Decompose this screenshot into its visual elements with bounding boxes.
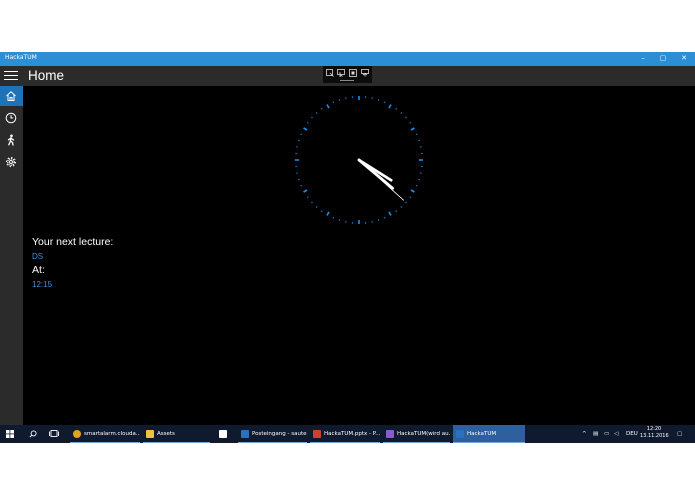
next-lecture-label: Your next lecture: [32, 236, 114, 248]
chevron-up-icon[interactable]: ^ [582, 425, 587, 443]
clock-minute-tick [405, 116, 407, 119]
clock-hour-tick [303, 127, 308, 131]
gear-icon [5, 156, 17, 168]
clock-minute-tick [395, 107, 398, 110]
clock-minute-tick [409, 196, 412, 199]
at-label: At: [32, 264, 45, 276]
inspect-icon[interactable] [361, 69, 369, 77]
sidebar-item-clock[interactable] [0, 108, 23, 128]
system-time: 12:20 [646, 426, 662, 432]
taskbar-item-label: HackaTUM(wird au... [397, 431, 450, 437]
taskbar-item-label: HackaTUM.pptx - P... [324, 431, 380, 437]
taskbar-item-label: Assets [157, 431, 175, 437]
hamburger-menu-icon[interactable] [4, 71, 18, 81]
layout-icon[interactable] [349, 69, 357, 77]
clock-hour-tick [303, 189, 308, 193]
sidebar [0, 86, 23, 425]
select-icon[interactable] [326, 69, 334, 77]
clock-minute-tick [306, 196, 309, 199]
maximize-button[interactable]: ▢ [656, 54, 670, 63]
toolbar-active-indicator [340, 80, 354, 81]
taskbar-item-store[interactable] [214, 425, 234, 443]
taskbar-item-label: Posteingang - saute... [252, 431, 307, 437]
system-clock[interactable]: 12:20 13.11.2016 [640, 426, 669, 440]
close-button[interactable]: ✕ [677, 54, 691, 63]
system-date: 13.11.2016 [640, 433, 669, 439]
battery-icon[interactable]: ▭ [604, 425, 609, 443]
clock-minute-tick [320, 210, 323, 213]
clock-minute-tick [300, 184, 303, 187]
app-icon [456, 430, 464, 438]
taskbar-item-outlook[interactable]: Posteingang - saute... [238, 425, 307, 443]
taskbar-item-explorer[interactable]: Assets [143, 425, 210, 443]
sidebar-item-settings[interactable] [0, 152, 23, 172]
clock-minute-tick [405, 201, 407, 204]
lecture-name: DS [32, 252, 44, 261]
powerpoint-icon [313, 430, 321, 438]
debug-toolbar [323, 66, 372, 83]
clock-icon [5, 112, 17, 124]
clock-hour-tick [326, 104, 330, 109]
clock-minute-tick [315, 112, 318, 114]
language-indicator[interactable]: DEU [626, 425, 638, 443]
clock-minute-tick [395, 210, 398, 213]
clock-minute-tick [332, 216, 335, 219]
pointer-icon[interactable] [337, 69, 345, 78]
clock-hour-tick [410, 127, 415, 131]
store-icon [219, 430, 227, 438]
taskbar-item-visual-studio[interactable]: HackaTUM(wird au... [383, 425, 450, 443]
window-titlebar: HackaTUM – ▢ ✕ [0, 52, 695, 66]
task-view-icon[interactable] [49, 425, 59, 443]
volume-icon[interactable]: ◁ [614, 425, 618, 443]
sidebar-item-walk[interactable] [0, 130, 23, 150]
walking-person-icon [7, 134, 15, 146]
main-content: Your next lecture: DS At: 12:15 [23, 86, 695, 425]
folder-icon [146, 430, 154, 438]
windows-start-icon[interactable] [6, 425, 14, 443]
outlook-icon [241, 430, 249, 438]
visual-studio-icon [386, 430, 394, 438]
network-icon[interactable]: ▤ [593, 425, 598, 443]
search-icon[interactable] [29, 425, 37, 443]
clock-minute-tick [300, 133, 303, 136]
clock-minute-tick [320, 107, 323, 110]
taskbar-item-label: smartalarm.clouda... [84, 431, 140, 437]
clock-minute-tick [315, 206, 318, 208]
clock-minute-tick [311, 116, 313, 119]
clock-minute-tick [332, 101, 335, 104]
taskbar-item-hackatum[interactable]: HackaTUM [453, 425, 525, 443]
analog-clock [295, 96, 423, 224]
taskbar-item-powerpoint[interactable]: HackaTUM.pptx - P... [310, 425, 380, 443]
clock-minute-tick [311, 201, 313, 204]
taskbar-item-chrome[interactable]: smartalarm.clouda... [70, 425, 140, 443]
clock-minute-tick [400, 112, 403, 114]
app-screen: HackaTUM – ▢ ✕ Home Your next lecture: D… [0, 52, 695, 443]
chrome-icon [73, 430, 81, 438]
page-title: Home [28, 68, 65, 83]
window-title: HackaTUM [5, 54, 37, 61]
clock-minute-tick [383, 216, 386, 219]
clock-minute-tick [409, 121, 412, 124]
clock-minute-tick [400, 206, 403, 208]
clock-hour-tick [388, 104, 392, 109]
clock-minute-tick [415, 133, 418, 136]
clock-hour-hand [357, 158, 395, 190]
clock-hour-tick [326, 211, 330, 216]
sidebar-item-home[interactable] [0, 86, 23, 106]
taskbar-item-label: HackaTUM [467, 431, 497, 437]
notifications-icon[interactable]: ▢ [677, 425, 682, 443]
clock-hour-tick [388, 211, 392, 216]
clock-minute-tick [306, 121, 309, 124]
windows-taskbar: smartalarm.clouda... Assets Posteingang … [0, 425, 695, 443]
lecture-time: 12:15 [32, 280, 53, 289]
clock-minute-tick [383, 101, 386, 104]
minimize-button[interactable]: – [636, 54, 650, 63]
clock-minute-tick [415, 184, 418, 187]
clock-hour-tick [410, 189, 415, 193]
home-icon [6, 91, 16, 101]
